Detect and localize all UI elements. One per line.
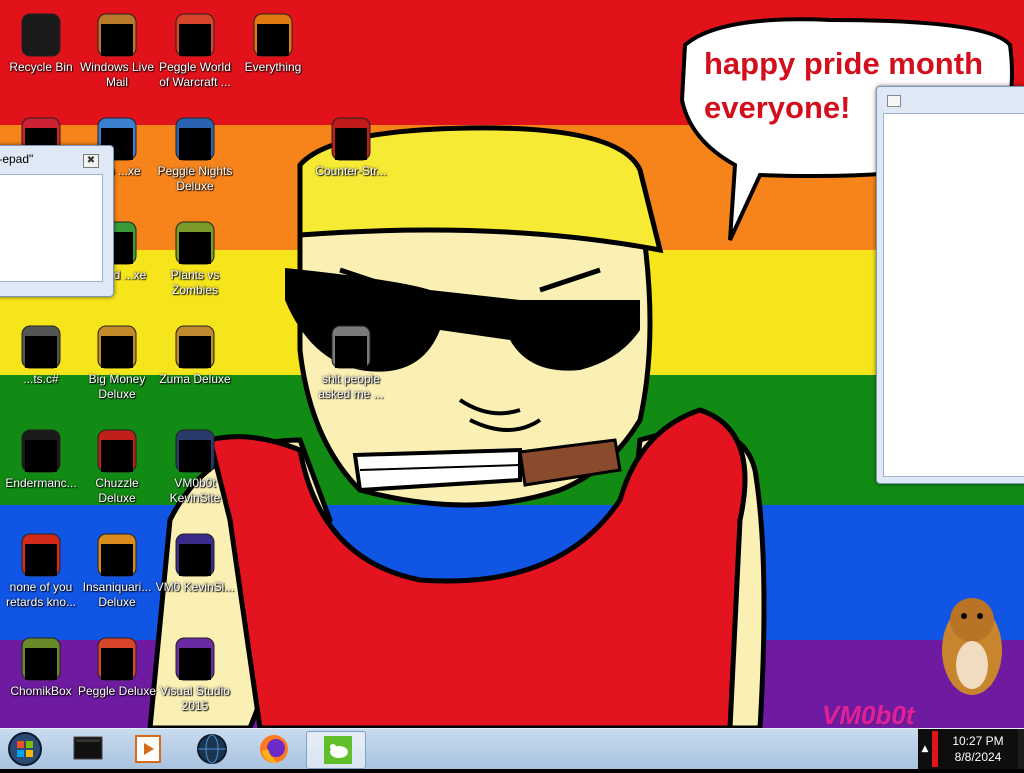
desktop-icon[interactable]: VM0 KevinSi...: [154, 522, 236, 622]
firefox-icon: [260, 735, 288, 763]
desktop-icon[interactable]: Peggle Nights Deluxe: [154, 106, 236, 206]
redaction-box: [101, 24, 133, 56]
redaction-box: [25, 336, 57, 368]
redaction-box: [335, 128, 367, 160]
desktop-icon[interactable]: Chuzzle Deluxe: [76, 418, 158, 518]
taskbar-pin-goose[interactable]: [306, 731, 366, 769]
redaction-box: [101, 648, 133, 680]
redaction-box: [179, 648, 211, 680]
desktop-icon-label: Recycle Bin: [9, 60, 73, 74]
taskbar: ▲ 10:27 PM 8/8/2024: [0, 728, 1024, 769]
notepad-window-left[interactable]: t-epad" ✖: [0, 145, 114, 297]
desktop-icon[interactable]: Big Money Deluxe: [76, 314, 158, 414]
taskbar-pin-terminal[interactable]: [64, 731, 112, 767]
desktop-icon-label: VM0b0t KevinSite: [169, 476, 221, 505]
redaction-box: [25, 648, 57, 680]
redaction-box: [335, 336, 367, 368]
redaction-box: [179, 336, 211, 368]
desktop-icon[interactable]: Zuma Deluxe: [154, 314, 236, 414]
desktop-icon-label: Windows Live Mail: [79, 60, 155, 89]
redaction-box: [101, 336, 133, 368]
redaction-box: [179, 128, 211, 160]
redaction-box: [179, 232, 211, 264]
clock-time: 10:27 PM: [952, 734, 1004, 748]
taskbar-pin-media-player[interactable]: [124, 731, 172, 767]
window-content-area[interactable]: [883, 113, 1024, 477]
close-button[interactable]: ✖: [83, 154, 99, 168]
desktop-icon-label: Big Money Deluxe: [88, 372, 146, 401]
desktop-icon[interactable]: Endermanc...: [0, 418, 82, 518]
clock-date: 8/8/2024: [954, 750, 1002, 764]
system-tray: ▲ 10:27 PM 8/8/2024: [918, 729, 1024, 769]
desktop-icon[interactable]: Everything: [232, 2, 314, 102]
taskbar-pin-globe[interactable]: [188, 731, 236, 767]
desktop-icon[interactable]: ChomikBox: [0, 626, 82, 726]
desktop-icon-label: Zuma Deluxe: [159, 372, 231, 386]
globe-app-icon: [197, 734, 227, 764]
window-system-icon[interactable]: [887, 95, 901, 107]
speech-bubble-line-1: happy pride month: [704, 46, 983, 81]
artist-signature: VM0b0t: [822, 700, 915, 728]
desktop-icon-label: Counter-Str...: [315, 164, 387, 178]
desktop-icon-label: ChomikBox: [10, 684, 72, 698]
redaction-box: [101, 544, 133, 576]
desktop-icon-label: Peggle World of Warcraft ...: [159, 60, 231, 89]
desktop-icon-label: Insaniquari... Deluxe: [82, 580, 152, 609]
redaction-box: [179, 24, 211, 56]
desktop-icon[interactable]: Windows Live Mail: [76, 2, 158, 102]
redaction-box: [257, 24, 289, 56]
desktop-icon[interactable]: none of you retards kno...: [0, 522, 82, 622]
redaction-box: [179, 440, 211, 472]
window-title: t-epad": [0, 152, 34, 166]
desktop-icon-label: VM0 KevinSi...: [155, 580, 235, 594]
show-desktop-button[interactable]: [1018, 729, 1024, 769]
desktop-icon-label: Endermanc...: [5, 476, 77, 490]
desktop-icon[interactable]: Plants vs Zombies: [154, 210, 236, 310]
desktop-icon[interactable]: Peggle Deluxe: [76, 626, 158, 726]
desktop-icon-label: Chuzzle Deluxe: [95, 476, 139, 505]
desktop-icon[interactable]: shit people asked me ...: [310, 314, 392, 414]
terminal-app-icon: [73, 736, 103, 760]
redaction-box: [25, 544, 57, 576]
media-player-icon: [135, 735, 161, 763]
desktop-icon[interactable]: Insaniquari... Deluxe: [76, 522, 158, 622]
blank-window-right[interactable]: [876, 86, 1024, 484]
redaction-box: [101, 440, 133, 472]
desktop-icon-label: Visual Studio 2015: [160, 684, 230, 713]
redaction-box: [179, 544, 211, 576]
desktop-icon[interactable]: Recycle Bin: [0, 2, 82, 102]
desktop-icon[interactable]: VM0b0t KevinSite: [154, 418, 236, 518]
redaction-box: [25, 440, 57, 472]
desktop-icon-label: Peggle Nights Deluxe: [157, 164, 233, 193]
desktop-icon-label: Peggle Deluxe: [77, 684, 157, 698]
recycle-bin-icon: [16, 10, 66, 60]
desktop-icon-label: ...ts.c#: [23, 372, 59, 386]
desktop-icon[interactable]: Peggle World of Warcraft ...: [154, 2, 236, 102]
desktop-icon-label: Plants vs Zombies: [170, 268, 220, 297]
desktop-icon-label: none of you retards kno...: [5, 580, 77, 609]
show-hidden-icons-button[interactable]: ▲: [918, 729, 932, 769]
taskbar-pin-firefox[interactable]: [250, 731, 298, 767]
windows-orb-icon: [8, 732, 42, 766]
window-content-area[interactable]: [0, 174, 103, 282]
desktop-icon[interactable]: ...ts.c#: [0, 314, 82, 414]
desktop-icon-label: Everything: [244, 60, 302, 74]
desktop-icon[interactable]: Visual Studio 2015: [154, 626, 236, 726]
goose-app-icon: [324, 736, 352, 764]
desktop-icon[interactable]: Counter-Str...: [310, 106, 392, 206]
start-button[interactable]: [4, 729, 46, 769]
desktop-icon-label: shit people asked me ...: [318, 372, 384, 401]
